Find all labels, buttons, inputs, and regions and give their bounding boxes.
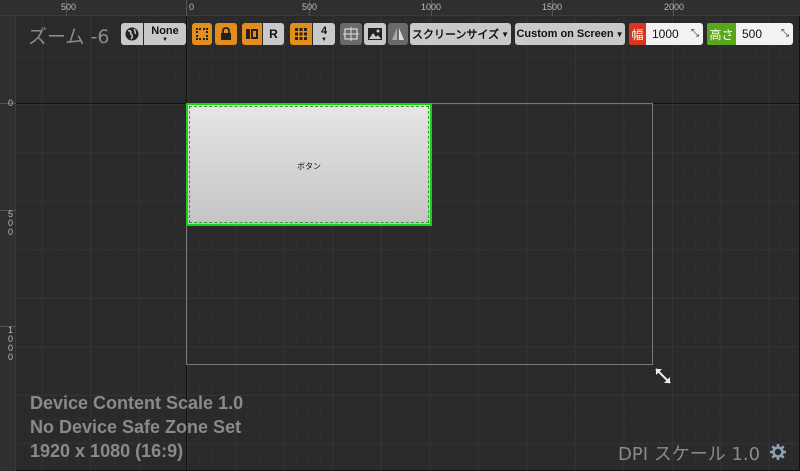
width-field[interactable]: 1000 ⤡ <box>646 23 703 45</box>
safe-zone-status: No Device Safe Zone Set <box>30 417 242 437</box>
localization-value: None <box>151 24 179 37</box>
flipbook-icon <box>246 29 258 39</box>
ruler-label: 500 <box>61 2 77 12</box>
globe-icon[interactable] <box>121 23 143 45</box>
screen-size-dropdown[interactable]: スクリーンサイズ ▼ <box>410 23 511 45</box>
grid-icon <box>295 28 307 40</box>
chevron-down-icon: ▼ <box>615 29 624 39</box>
flipbook-button[interactable] <box>242 23 262 45</box>
resize-handle-icon[interactable] <box>654 367 672 385</box>
height-field[interactable]: 500 ⤡ <box>736 23 793 45</box>
gear-icon[interactable] <box>769 443 787 461</box>
dpi-scale: DPI スケール 1.0 <box>618 444 761 465</box>
fill-mode-dropdown[interactable]: Custom on Screen ▼ <box>515 23 625 45</box>
ruler-label: 0 <box>7 98 13 108</box>
grid-snap-toggle[interactable] <box>290 23 312 45</box>
respect-locks-button[interactable]: R <box>263 23 284 45</box>
grid-snap-dropdown[interactable]: 4 ▼ <box>313 23 335 45</box>
ruler-tick <box>186 0 187 16</box>
mirror-icon <box>392 28 404 40</box>
button-widget-label: ボタン <box>297 162 321 171</box>
height-label: 高さ <box>707 23 736 45</box>
dashed-square-icon <box>196 28 208 40</box>
chevron-down-icon: ▼ <box>321 36 327 43</box>
lock-icon <box>221 27 231 40</box>
fill-mode-value: Custom on Screen <box>516 28 614 40</box>
button-widget[interactable]: ボタン <box>186 103 432 226</box>
grid-snap-value: 4 <box>320 24 328 37</box>
ruler-label: 1500 <box>542 2 563 12</box>
ruler-label: 2000 <box>664 2 685 12</box>
resize-arrows-icon: ⤡ <box>691 28 699 39</box>
ruler-top: 500 0 500 1000 1500 2000 <box>0 0 800 16</box>
ruler-label: 500 <box>302 2 318 12</box>
ruler-label: 1000 <box>7 325 13 362</box>
ruler-label: 500 <box>7 209 13 237</box>
image-icon <box>368 28 382 40</box>
outline-toggle-button[interactable] <box>192 23 212 45</box>
chevron-down-icon: ▼ <box>501 29 510 39</box>
flip-preview-button[interactable] <box>388 23 408 45</box>
screen-resolution: 1920 x 1080 (16:9) <box>30 441 184 461</box>
frame-icon <box>343 27 359 41</box>
localization-dropdown[interactable]: None ▼ <box>144 23 186 45</box>
height-value: 500 <box>742 27 763 41</box>
ruler-label: 1000 <box>421 2 442 12</box>
resize-arrows-icon: ⤡ <box>781 28 789 39</box>
safe-zone-button[interactable] <box>340 23 362 45</box>
zoom-level: ズーム -6 <box>28 26 110 48</box>
width-label: 幅 <box>629 23 646 45</box>
lock-button[interactable] <box>215 23 237 45</box>
screen-size-label: スクリーンサイズ <box>411 28 500 41</box>
width-value: 1000 <box>652 27 679 41</box>
chevron-down-icon: ▼ <box>162 36 168 43</box>
ruler-left: 0 500 1000 <box>0 16 16 471</box>
ruler-label: 0 <box>189 2 195 12</box>
background-preview-button[interactable] <box>364 23 386 45</box>
device-content-scale: Device Content Scale 1.0 <box>30 393 244 413</box>
